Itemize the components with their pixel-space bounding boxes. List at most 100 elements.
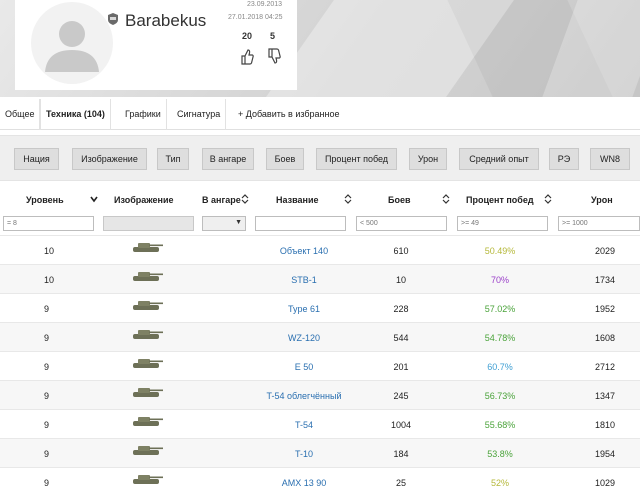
sort-desc-icon[interactable] bbox=[90, 194, 98, 204]
tab-charts[interactable]: Графики bbox=[120, 99, 167, 130]
vehicle-level: 9 bbox=[44, 478, 50, 488]
header-battles[interactable]: Боев bbox=[388, 195, 411, 205]
battles-count: 201 bbox=[393, 362, 409, 372]
table-row: 9 T-54 1004 55.68% 1810 bbox=[0, 409, 640, 438]
toggle-battles-button[interactable]: Боев bbox=[266, 148, 304, 170]
sort-icon[interactable] bbox=[442, 194, 450, 204]
vehicle-level: 9 bbox=[44, 362, 50, 372]
winrate-value: 56.73% bbox=[484, 391, 516, 401]
damage-value: 2029 bbox=[594, 246, 616, 256]
vehicle-level: 9 bbox=[44, 391, 50, 401]
battles-count: 10 bbox=[395, 275, 406, 285]
tank-icon bbox=[130, 356, 164, 372]
toggle-efficiency-button[interactable]: РЭ bbox=[549, 148, 579, 170]
like-count: 20 bbox=[242, 31, 253, 41]
filter-winrate-input[interactable] bbox=[457, 216, 548, 231]
header-damage[interactable]: Урон bbox=[591, 195, 613, 205]
vehicle-name-link[interactable]: STB-1 bbox=[244, 275, 364, 285]
vehicle-name-link[interactable]: Type 61 bbox=[244, 304, 364, 314]
winrate-value: 57.02% bbox=[484, 304, 516, 314]
toggle-nation-button[interactable]: Нация bbox=[14, 148, 59, 170]
toggle-image-button[interactable]: Изображение bbox=[72, 148, 147, 170]
battles-count: 245 bbox=[393, 391, 409, 401]
tab-general[interactable]: Общее bbox=[0, 99, 41, 130]
sort-icon[interactable] bbox=[344, 194, 352, 204]
table-row: 9 Type 61 228 57.02% 1952 bbox=[0, 293, 640, 322]
toggle-garage-button[interactable]: В ангаре bbox=[202, 148, 254, 170]
vehicle-name-link[interactable]: T-54 bbox=[244, 420, 364, 430]
winrate-value: 54.78% bbox=[484, 333, 516, 343]
default-avatar-icon bbox=[31, 2, 113, 84]
filter-level-input[interactable] bbox=[3, 216, 94, 231]
vehicle-name-link[interactable]: T-54 облегчённый bbox=[244, 391, 364, 401]
vehicle-level: 9 bbox=[44, 449, 50, 459]
chevron-down-icon: ▼ bbox=[235, 219, 242, 226]
toggle-avg-xp-button[interactable]: Средний опыт bbox=[459, 148, 539, 170]
winrate-value: 60.7% bbox=[487, 362, 513, 372]
damage-value: 2712 bbox=[594, 362, 616, 372]
vehicle-name-link[interactable]: AMX 13 90 bbox=[244, 478, 364, 488]
battles-count: 25 bbox=[395, 478, 406, 488]
tank-icon bbox=[130, 269, 164, 285]
filter-damage-input[interactable] bbox=[558, 216, 640, 231]
vehicle-level: 10 bbox=[44, 275, 55, 285]
winrate-value: 70% bbox=[490, 275, 509, 285]
battles-count: 228 bbox=[393, 304, 409, 314]
winrate-value: 50.49% bbox=[484, 246, 516, 256]
column-toggle-toolbar: Нация Изображение Тип В ангаре Боев Проц… bbox=[0, 135, 640, 181]
tank-icon bbox=[130, 472, 164, 488]
toggle-wn8-button[interactable]: WN8 bbox=[590, 148, 630, 170]
tank-icon bbox=[130, 298, 164, 314]
damage-value: 1029 bbox=[594, 478, 616, 488]
filter-garage-select[interactable]: ▼ bbox=[202, 216, 246, 231]
battles-count: 184 bbox=[393, 449, 409, 459]
vehicle-name-link[interactable]: WZ-120 bbox=[244, 333, 364, 343]
thumbs-up-icon[interactable] bbox=[240, 49, 254, 65]
filter-battles-input[interactable] bbox=[356, 216, 447, 231]
vehicle-level: 9 bbox=[44, 420, 50, 430]
thumbs-down-icon[interactable] bbox=[267, 48, 281, 64]
damage-value: 1952 bbox=[594, 304, 616, 314]
registration-date: 23.09.2013 bbox=[247, 1, 283, 8]
filter-row: ▼ bbox=[0, 214, 640, 235]
table-row: 9 T-10 184 53.8% 1954 bbox=[0, 438, 640, 467]
header-garage[interactable]: В ангаре bbox=[202, 195, 241, 205]
damage-value: 1810 bbox=[594, 420, 616, 430]
toggle-type-button[interactable]: Тип bbox=[157, 148, 189, 170]
vehicle-name-link[interactable]: E 50 bbox=[244, 362, 364, 372]
vehicle-level: 10 bbox=[44, 246, 55, 256]
vehicles-table-header: Уровень Изображение В ангаре Название Бо… bbox=[0, 186, 640, 214]
sort-icon[interactable] bbox=[544, 194, 552, 204]
toggle-damage-button[interactable]: Урон bbox=[409, 148, 447, 170]
add-to-favorites-link[interactable]: + Добавить в избранное bbox=[233, 99, 344, 130]
winrate-value: 55.68% bbox=[484, 420, 516, 430]
header-winrate[interactable]: Процент побед bbox=[466, 195, 534, 205]
tank-icon bbox=[130, 327, 164, 343]
tab-signature[interactable]: Сигнатура bbox=[172, 99, 227, 130]
header-name[interactable]: Название bbox=[276, 195, 318, 205]
damage-value: 1347 bbox=[594, 391, 616, 401]
wot-logo-icon bbox=[108, 13, 118, 25]
table-row: 9 AMX 13 90 25 52% 1029 bbox=[0, 467, 640, 492]
header-image: Изображение bbox=[114, 195, 174, 205]
winrate-value: 53.8% bbox=[487, 449, 513, 459]
dislike-count: 5 bbox=[270, 31, 276, 41]
toggle-winrate-button[interactable]: Процент побед bbox=[316, 148, 397, 170]
damage-value: 1734 bbox=[594, 275, 616, 285]
damage-value: 1608 bbox=[594, 333, 616, 343]
filter-name-input[interactable] bbox=[255, 216, 346, 231]
vehicle-name-link[interactable]: Объект 140 bbox=[244, 246, 364, 256]
filter-image-placeholder bbox=[103, 216, 194, 231]
table-row: 9 E 50 201 60.7% 2712 bbox=[0, 351, 640, 380]
tab-vehicles[interactable]: Техника (104) bbox=[40, 99, 111, 130]
table-row: 9 WZ-120 544 54.78% 1608 bbox=[0, 322, 640, 351]
tank-icon bbox=[130, 385, 164, 401]
battles-count: 544 bbox=[393, 333, 409, 343]
vehicle-name-link[interactable]: T-10 bbox=[244, 449, 364, 459]
table-row: 10 Объект 140 610 50.49% 2029 bbox=[0, 235, 640, 264]
header-level[interactable]: Уровень bbox=[26, 195, 64, 205]
battles-count: 1004 bbox=[390, 420, 412, 430]
last-battle-date: 27.01.2018 04:25 bbox=[228, 14, 283, 21]
sort-icon[interactable] bbox=[241, 194, 249, 204]
profile-tabs: Общее Техника (104) Графики Сигнатура + … bbox=[0, 99, 640, 130]
